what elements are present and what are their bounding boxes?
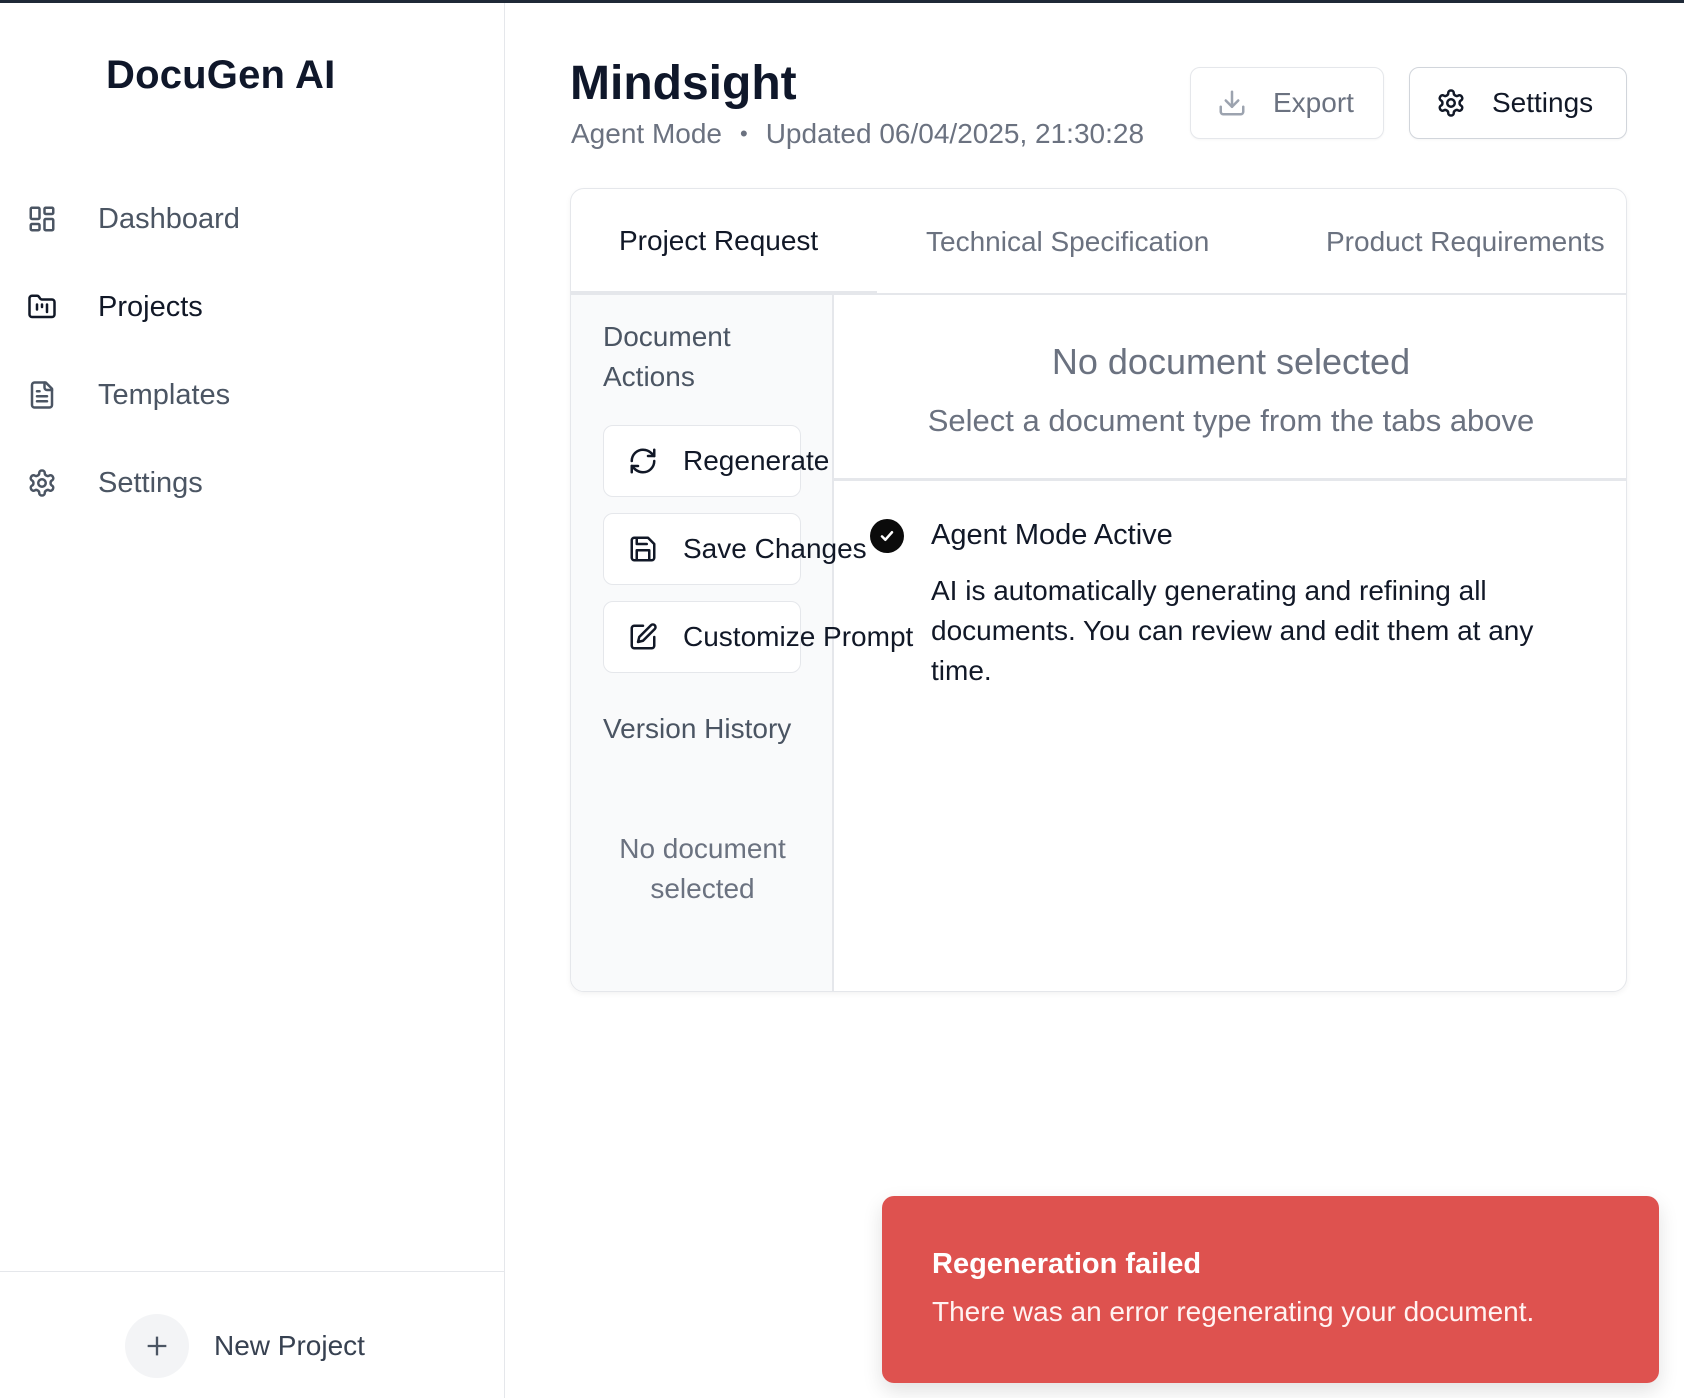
sidebar-item-projects[interactable]: Projects — [0, 263, 504, 351]
document-empty-state: No document selected Select a document t… — [834, 295, 1626, 481]
sidebar-item-settings[interactable]: Settings — [0, 439, 504, 527]
gear-icon — [26, 467, 58, 499]
toast-message: There was an error regenerating your doc… — [932, 1296, 1535, 1327]
document-actions-panel: Document Actions Regenerate Save Changes… — [571, 295, 913, 991]
agent-mode-description: AI is automatically generating and refin… — [931, 575, 1534, 686]
tab-product-requirements[interactable]: Product Requirements — [1326, 189, 1605, 295]
customize-prompt-button[interactable]: Customize Prompt — [603, 601, 913, 673]
empty-state-title: No document selected — [1051, 341, 1411, 382]
app-logo-text: DocuGen AI — [106, 53, 336, 97]
project-meta: Agent Mode • Updated 06/04/2025, 21:30:2… — [571, 118, 1144, 150]
document-icon — [26, 379, 58, 411]
settings-label: Settings — [1492, 87, 1594, 118]
updated-timestamp: Updated 06/04/2025, 21:30:28 — [765, 118, 1145, 149]
page-title: Mindsight — [570, 57, 797, 110]
tab-project-request[interactable]: Project Request — [619, 189, 819, 295]
sidebar-item-label: Settings — [98, 466, 203, 499]
edit-icon — [630, 623, 657, 650]
sidebar-nav: Dashboard Projects Templates Settings — [0, 175, 504, 527]
document-card: Project Request Technical Specification … — [570, 188, 1627, 992]
separator-dot: • — [740, 121, 748, 146]
sidebar-footer: New Project — [0, 1271, 504, 1398]
sidebar-item-label: Dashboard — [98, 202, 240, 235]
folder-icon — [26, 291, 58, 323]
agent-mode-title: Agent Mode Active — [931, 519, 1173, 551]
sidebar-item-label: Templates — [98, 378, 231, 411]
tab-technical-specification[interactable]: Technical Specification — [926, 189, 1209, 295]
refresh-icon — [630, 448, 656, 474]
version-history-heading: Version History — [603, 713, 792, 744]
settings-button[interactable]: Settings — [1409, 67, 1627, 139]
empty-state-subtitle: Select a document type from the tabs abo… — [927, 403, 1535, 438]
document-tabs: Project Request Technical Specification … — [571, 189, 1626, 295]
export-button[interactable]: Export — [1190, 67, 1384, 139]
mode-label: Agent Mode — [571, 118, 722, 149]
sidebar-item-dashboard[interactable]: Dashboard — [0, 175, 504, 263]
agent-mode-notice: Agent Mode Active AI is automatically ge… — [834, 481, 1626, 991]
dashboard-icon — [26, 203, 58, 235]
gear-icon — [1438, 89, 1464, 117]
sidebar: DocuGen AI Dashboard Projects Templates … — [0, 3, 505, 1398]
sidebar-item-templates[interactable]: Templates — [0, 351, 504, 439]
export-label: Export — [1273, 87, 1354, 118]
download-icon — [1219, 90, 1245, 116]
sidebar-item-label: Projects — [98, 290, 203, 323]
new-project-button[interactable]: New Project — [125, 1314, 365, 1378]
save-changes-button[interactable]: Save Changes — [603, 513, 867, 585]
plus-icon — [125, 1314, 189, 1378]
version-history-empty: No document selected — [619, 833, 786, 904]
toast-title: Regeneration failed — [932, 1248, 1202, 1280]
regenerate-button[interactable]: Regenerate — [603, 425, 829, 497]
document-actions-heading: Document Actions — [603, 321, 731, 392]
save-icon — [630, 536, 656, 562]
regenerate-label: Regenerate — [683, 445, 830, 476]
error-toast[interactable]: Regeneration failed There was an error r… — [882, 1196, 1659, 1383]
new-project-label: New Project — [214, 1330, 365, 1361]
check-circle-icon — [870, 519, 904, 553]
